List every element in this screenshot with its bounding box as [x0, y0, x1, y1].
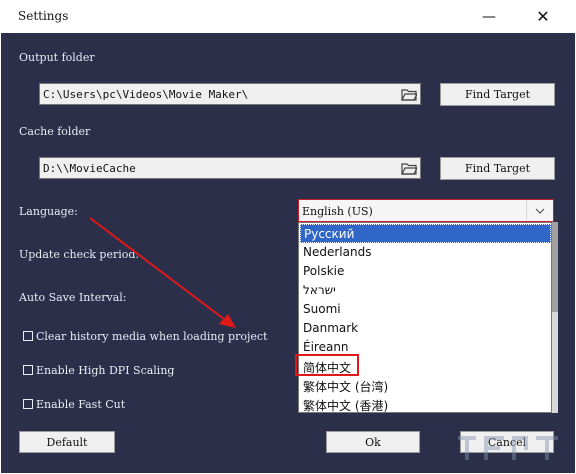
watermark-logo [458, 436, 558, 460]
clear-history-label[interactable]: Clear history media when loading project [36, 330, 267, 343]
auto-save-label: Auto Save Interval: [19, 291, 127, 304]
window-title: Settings [18, 9, 69, 23]
language-option[interactable]: 繁体中文 (香港) [300, 395, 551, 414]
language-select[interactable]: English (US) [298, 199, 554, 222]
fast-cut-checkbox[interactable] [23, 399, 33, 409]
cache-folder-value: D:\\MovieCache [43, 162, 136, 175]
output-folder-label: Output folder [19, 51, 95, 64]
language-option[interactable]: Danmark [300, 319, 551, 338]
output-find-target-button[interactable]: Find Target [440, 83, 555, 106]
ok-button[interactable]: Ok [326, 431, 420, 453]
high-dpi-checkbox[interactable] [23, 365, 33, 375]
annotation-highlight-box [295, 354, 359, 376]
minimize-icon: — [482, 8, 496, 25]
cache-folder-label: Cache folder [19, 125, 91, 138]
folder-icon[interactable] [401, 87, 417, 101]
minimize-button[interactable]: — [466, 0, 512, 33]
language-label: Language: [19, 205, 78, 218]
default-button[interactable]: Default [19, 431, 115, 453]
chevron-down-icon[interactable] [526, 200, 553, 221]
language-option[interactable]: 繁体中文 (台湾) [300, 376, 551, 395]
language-option[interactable]: ישראל [300, 281, 551, 300]
folder-icon[interactable] [401, 161, 417, 175]
scrollbar-thumb[interactable] [552, 222, 558, 312]
clear-history-checkbox[interactable] [23, 331, 33, 341]
output-folder-value: C:\Users\pc\Videos\Movie Maker\ [43, 88, 249, 101]
language-option[interactable]: Suomi [300, 300, 551, 319]
close-button[interactable]: ✕ [520, 0, 566, 33]
update-check-label: Update check period: [19, 248, 140, 261]
fast-cut-label[interactable]: Enable Fast Cut [36, 398, 125, 411]
language-dropdown-list: Русский Nederlands Polskie ישראל Suomi D… [298, 222, 552, 413]
dropdown-scrollbar[interactable] [552, 222, 558, 413]
settings-window: Settings — ✕ Output folder C:\Users\pc\V… [0, 0, 576, 474]
close-icon: ✕ [536, 7, 550, 26]
cache-find-target-button[interactable]: Find Target [440, 157, 555, 180]
language-option[interactable]: Nederlands [300, 243, 551, 262]
title-bar: Settings — ✕ [0, 0, 576, 33]
language-option[interactable]: Polskie [300, 262, 551, 281]
output-folder-field[interactable]: C:\Users\pc\Videos\Movie Maker\ [39, 83, 421, 105]
cache-folder-field[interactable]: D:\\MovieCache [39, 157, 421, 179]
language-selected-value: English (US) [302, 205, 373, 218]
high-dpi-label[interactable]: Enable High DPI Scaling [36, 364, 174, 377]
language-option[interactable]: Русский [300, 224, 551, 243]
